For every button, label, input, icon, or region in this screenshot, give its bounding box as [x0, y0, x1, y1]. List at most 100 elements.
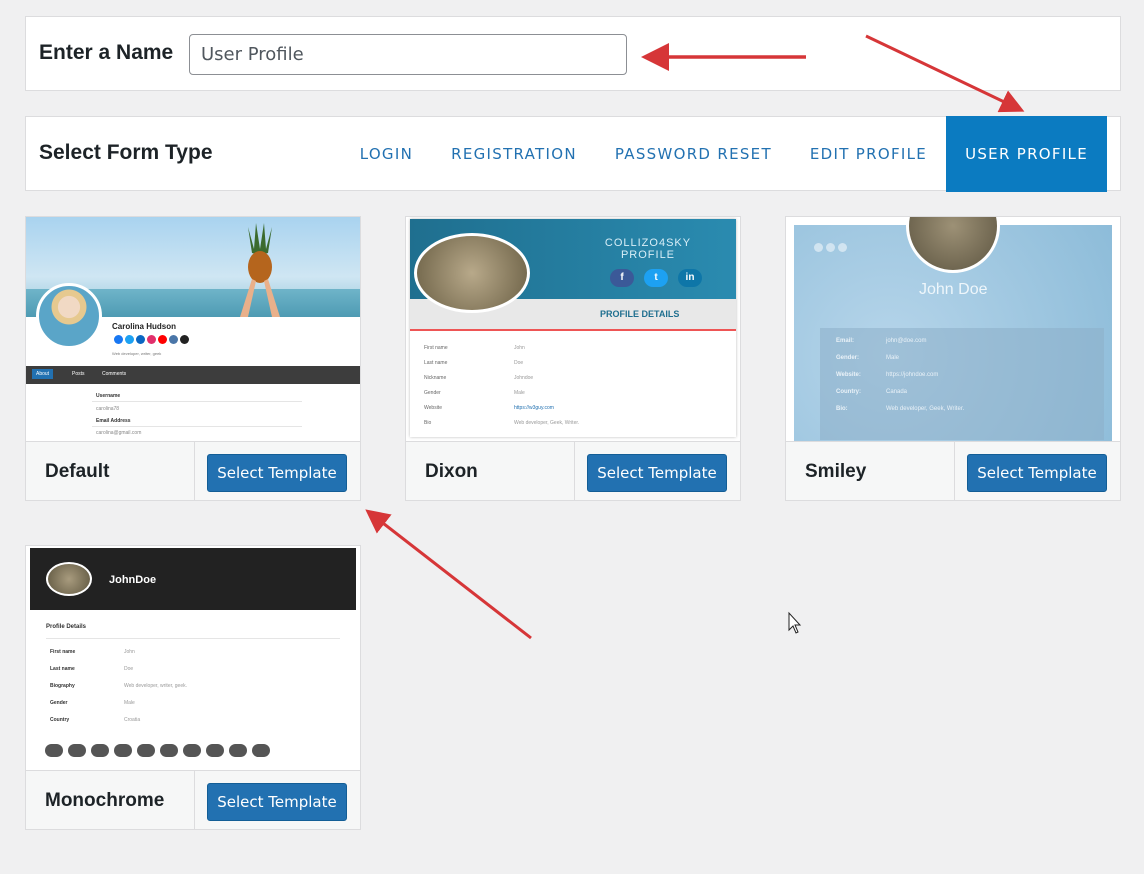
select-template-button[interactable]: Select Template: [587, 454, 727, 492]
field-value: Doe: [124, 666, 134, 672]
name-input[interactable]: [189, 34, 627, 75]
select-template-button[interactable]: Select Template: [207, 454, 347, 492]
tab-edit-profile[interactable]: EDIT PROFILE: [791, 116, 946, 192]
field-label: Country: [50, 717, 70, 723]
template-card-default: Carolina Hudson Web developer, writer, g…: [25, 216, 361, 501]
field-value: Male: [124, 700, 135, 706]
template-card-monochrome: JohnDoe Profile Details First name John …: [25, 545, 361, 830]
field-value: Male: [886, 355, 900, 361]
twitter-icon: t: [644, 269, 668, 287]
divider: [410, 329, 736, 331]
template-footer: Dixon Select Template: [406, 441, 740, 500]
profile-title: COLLIZO4SKY PROFILE: [588, 237, 708, 261]
divider: [92, 426, 302, 427]
form-type-tabs: LOGIN REGISTRATION PASSWORD RESET EDIT P…: [341, 116, 1107, 192]
profile-user-name: John Doe: [919, 281, 988, 298]
field-value: carolina@gmail.com: [96, 430, 142, 436]
select-template-button[interactable]: Select Template: [967, 454, 1107, 492]
arrow-to-default-template: [365, 509, 532, 640]
field-value: Canada: [886, 389, 908, 395]
template-preview-smiley: John Doe Email: john@doe.com Gender: Mal…: [786, 217, 1120, 441]
field-label: Last name: [424, 360, 448, 366]
field-value: John: [514, 345, 525, 351]
footer-divider: [574, 442, 575, 500]
field-value: Male: [514, 390, 525, 396]
avatar: [36, 283, 102, 349]
field-value: john@doe.com: [886, 338, 927, 344]
field-value: John: [124, 649, 135, 655]
template-footer: Smiley Select Template: [786, 441, 1120, 500]
profile-tab-posts: Posts: [72, 371, 85, 377]
template-footer: Monochrome Select Template: [26, 770, 360, 829]
field-value: Web developer, Geek, Writer.: [514, 420, 580, 426]
monochrome-profile: JohnDoe Profile Details First name John …: [30, 548, 356, 770]
details-box: Email: john@doe.com Gender: Male Website…: [820, 328, 1104, 440]
name-panel: Enter a Name: [25, 16, 1121, 91]
tab-user-profile[interactable]: USER PROFILE: [946, 116, 1107, 192]
profile-tab-about: About: [32, 369, 54, 379]
social-icons: [45, 744, 270, 757]
field-label: Country:: [836, 389, 861, 395]
profile-title-line: COLLIZO4SKY: [604, 237, 692, 249]
profile-user-name: JohnDoe: [109, 574, 157, 586]
field-label: Email:: [836, 338, 855, 344]
field-label: Website: [424, 405, 442, 411]
social-icons: [814, 243, 847, 252]
field-label: Website:: [836, 372, 861, 378]
field-value: carolina78: [96, 406, 120, 412]
tab-login[interactable]: LOGIN: [341, 116, 432, 192]
divider: [46, 638, 340, 639]
field-label: Gender: [50, 700, 68, 706]
tab-registration[interactable]: REGISTRATION: [432, 116, 596, 192]
field-label: Gender: [424, 390, 441, 396]
pineapple-image: [240, 223, 280, 317]
template-name: Dixon: [425, 461, 478, 482]
field-value: Johndoe: [514, 375, 534, 381]
field-label: Username: [96, 393, 121, 399]
divider: [92, 401, 302, 402]
avatar: [414, 233, 530, 313]
name-label: Enter a Name: [39, 41, 174, 64]
mouse-cursor-icon: [788, 611, 802, 634]
field-value: Web developer, Geek, Writer.: [886, 406, 965, 412]
form-type-panel: Select Form Type LOGIN REGISTRATION PASS…: [25, 116, 1121, 192]
field-label: Bio:: [836, 406, 848, 412]
template-card-dixon: COLLIZO4SKY PROFILE f t in PROFILE DETAI…: [405, 216, 741, 501]
field-label: Bio: [424, 420, 432, 426]
tab-password-reset[interactable]: PASSWORD RESET: [596, 116, 791, 192]
template-name: Default: [45, 461, 110, 482]
field-value: https://johndoe.com: [886, 372, 939, 378]
template-card-smiley: John Doe Email: john@doe.com Gender: Mal…: [785, 216, 1121, 501]
profile-nav: About Posts Comments: [26, 366, 360, 384]
facebook-icon: f: [610, 269, 634, 287]
linkedin-icon: in: [678, 269, 702, 287]
template-preview-dixon: COLLIZO4SKY PROFILE f t in PROFILE DETAI…: [406, 217, 740, 441]
field-value: https://w3guy.com: [514, 405, 554, 411]
field-label: First name: [50, 649, 76, 655]
section-title: PROFILE DETAILS: [600, 309, 680, 319]
field-label: Email Address: [96, 418, 131, 424]
social-icons: [114, 335, 189, 344]
template-name: Monochrome: [45, 790, 165, 811]
template-preview-monochrome: JohnDoe Profile Details First name John …: [26, 546, 360, 770]
avatar: [46, 562, 92, 596]
profile-title-line: PROFILE: [620, 249, 676, 261]
field-value: Web developer, writer, geek.: [124, 683, 187, 689]
profile-user-name: Carolina Hudson: [112, 322, 177, 331]
dixon-profile: COLLIZO4SKY PROFILE f t in PROFILE DETAI…: [410, 219, 736, 437]
field-label: Last name: [50, 666, 75, 672]
profile-bio: Web developer, writer, geek: [112, 351, 162, 356]
section-title: Profile Details: [46, 624, 87, 630]
profile-header: JohnDoe: [30, 548, 356, 610]
template-preview-default: Carolina Hudson Web developer, writer, g…: [26, 217, 360, 441]
template-footer: Default Select Template: [26, 441, 360, 500]
field-label: Gender:: [836, 355, 860, 361]
field-value: Croatia: [124, 717, 141, 723]
field-label: Nickname: [424, 375, 447, 381]
template-name: Smiley: [805, 461, 867, 482]
footer-divider: [194, 442, 195, 500]
field-label: Biography: [50, 683, 75, 689]
profile-tab-comments: Comments: [102, 371, 127, 377]
field-value: Doe: [514, 360, 524, 366]
select-template-button[interactable]: Select Template: [207, 783, 347, 821]
